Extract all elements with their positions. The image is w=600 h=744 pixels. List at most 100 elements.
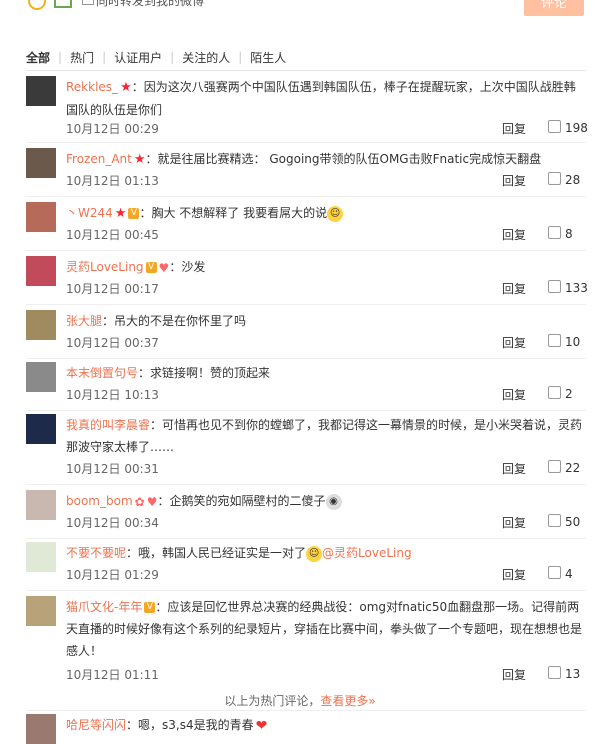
tab-strangers[interactable]: 陌生人 — [250, 49, 286, 66]
comment-username[interactable]: 张大腿 — [66, 314, 102, 328]
comment-username[interactable]: 不要不要呢 — [66, 546, 126, 560]
emoji-icon: ☺ — [306, 545, 323, 562]
thumbs-up-icon — [548, 566, 561, 579]
avatar[interactable] — [26, 310, 56, 340]
comment-time: 10月12日 10:13 — [66, 388, 159, 402]
thumbs-up-icon — [548, 460, 561, 473]
like-button[interactable]: 2 — [548, 386, 573, 401]
emoji-icon: ◉ — [325, 493, 342, 510]
image-icon[interactable] — [54, 0, 72, 8]
comment-time: 10月12日 01:29 — [66, 568, 159, 582]
like-button[interactable]: 50 — [548, 514, 580, 529]
reply-button[interactable]: 回复 — [502, 172, 526, 189]
comment-username[interactable]: 本末倒置句号 — [66, 366, 138, 380]
avatar[interactable] — [26, 202, 56, 232]
comment-username[interactable]: Rekkles_ — [66, 80, 118, 94]
like-button[interactable]: 13 — [548, 666, 580, 681]
submit-comment-button[interactable]: 评论 — [524, 0, 584, 16]
butterfly-badge-icon: ✿ — [134, 494, 145, 509]
repost-checkbox[interactable] — [82, 0, 94, 5]
heart-badge-icon: ♥ — [158, 260, 170, 275]
reply-button[interactable]: 回复 — [502, 280, 526, 297]
like-button[interactable]: 4 — [548, 566, 573, 581]
tab-verified[interactable]: 认证用户 — [114, 49, 162, 66]
like-button[interactable]: 198 — [548, 120, 588, 135]
like-button[interactable]: 22 — [548, 460, 580, 475]
like-button[interactable]: 10 — [548, 334, 580, 349]
reply-button[interactable]: 回复 — [502, 386, 526, 403]
tab-all[interactable]: 全部 — [26, 49, 50, 66]
comment-composer-bar: 同时转发到我的微博 评论 — [0, 0, 600, 16]
heart-emoji-icon: ❤ — [255, 717, 268, 734]
like-count: 50 — [565, 515, 581, 529]
avatar[interactable] — [26, 490, 56, 520]
thumbs-up-icon — [548, 120, 561, 133]
comment-time: 10月12日 01:13 — [66, 174, 159, 188]
mention-link[interactable]: @灵药LoveLing — [322, 546, 412, 560]
tab-hot[interactable]: 热门 — [70, 49, 94, 66]
like-count: 4 — [565, 567, 573, 581]
hot-comments-footer: 以上为热门评论，查看更多» — [0, 692, 600, 709]
comment-time: 10月12日 01:11 — [66, 668, 159, 682]
like-button[interactable]: 8 — [548, 226, 573, 241]
footer-text: 以上为热门评论， — [224, 694, 321, 708]
comment-username[interactable]: 我真的叫李晨睿 — [66, 418, 150, 432]
like-count: 2 — [565, 387, 573, 401]
avatar[interactable] — [26, 76, 56, 106]
reply-button[interactable]: 回复 — [502, 514, 526, 531]
vip-badge-icon: V — [144, 602, 156, 613]
comment-text: 嗯，s3,s4是我的青春 — [138, 718, 254, 732]
comment-text: 胸大 不想解释了 我要看屌大的说 — [151, 206, 328, 220]
like-count: 13 — [565, 667, 581, 681]
heart-badge-icon: ♥ — [146, 494, 158, 509]
avatar[interactable] — [26, 362, 56, 392]
avatar[interactable] — [26, 148, 56, 178]
thumbs-up-icon — [548, 226, 561, 239]
comment-filter-tabs: 全部 | 热门 | 认证用户 | 关注的人 | 陌生人 — [26, 49, 287, 66]
avatar[interactable] — [26, 596, 56, 626]
thumbs-up-icon — [548, 514, 561, 527]
like-button[interactable]: 28 — [548, 172, 580, 187]
reply-button[interactable]: 回复 — [502, 120, 526, 137]
reply-button[interactable]: 回复 — [502, 334, 526, 351]
reply-button[interactable]: 回复 — [502, 460, 526, 477]
comment-time: 10月12日 00:17 — [66, 282, 159, 296]
comment-text: 哦，韩国人民已经证实是一对了 — [138, 546, 307, 560]
comment-username[interactable]: Frozen_Ant — [66, 152, 132, 166]
comment-username[interactable]: 哈尼等闪闪 — [66, 718, 126, 732]
comment-time: 10月12日 00:29 — [66, 122, 159, 136]
vip-badge-icon: V — [145, 262, 157, 273]
emoji-icon: ☺ — [327, 205, 344, 222]
avatar[interactable] — [26, 714, 56, 744]
star-badge-icon: ★ — [133, 151, 146, 167]
tabs-divider — [26, 70, 586, 71]
comment-text: 就是往届比赛精选： Gogoing带领的队伍OMG击败Fnatic完成惊天翻盘 — [157, 152, 542, 166]
comment-username[interactable]: boom_bom — [66, 494, 133, 508]
reply-button[interactable]: 回复 — [502, 226, 526, 243]
star-badge-icon: ★ — [114, 205, 127, 221]
comment-text: 企鹅笑的宛如隔壁村的二傻子 — [169, 494, 326, 508]
like-count: 22 — [565, 461, 581, 475]
tab-following[interactable]: 关注的人 — [182, 49, 230, 66]
comment-time: 10月12日 00:31 — [66, 462, 159, 476]
comment-time: 10月12日 00:37 — [66, 336, 159, 350]
thumbs-up-icon — [548, 280, 561, 293]
like-count: 8 — [565, 227, 573, 241]
thumbs-up-icon — [548, 334, 561, 347]
reply-button[interactable]: 回复 — [502, 666, 526, 683]
comment-text: 沙发 — [181, 260, 206, 274]
like-count: 198 — [565, 121, 588, 135]
avatar[interactable] — [26, 414, 56, 444]
like-button[interactable]: 133 — [548, 280, 588, 295]
view-more-link[interactable]: 查看更多» — [320, 694, 375, 708]
avatar[interactable] — [26, 256, 56, 286]
comment-username[interactable]: 灵药LoveLing — [66, 260, 144, 274]
avatar[interactable] — [26, 542, 56, 572]
repost-checkbox-label: 同时转发到我的微博 — [96, 0, 205, 8]
comment-text: 求链接啊！赞的顶起来 — [150, 366, 271, 380]
comment-username[interactable]: 丶W244 — [66, 206, 113, 220]
reply-button[interactable]: 回复 — [502, 566, 526, 583]
emoji-icon[interactable] — [28, 0, 46, 10]
comment-username[interactable]: 猫爪文化-年年 — [66, 600, 142, 614]
comment-time: 10月12日 00:45 — [66, 228, 159, 242]
